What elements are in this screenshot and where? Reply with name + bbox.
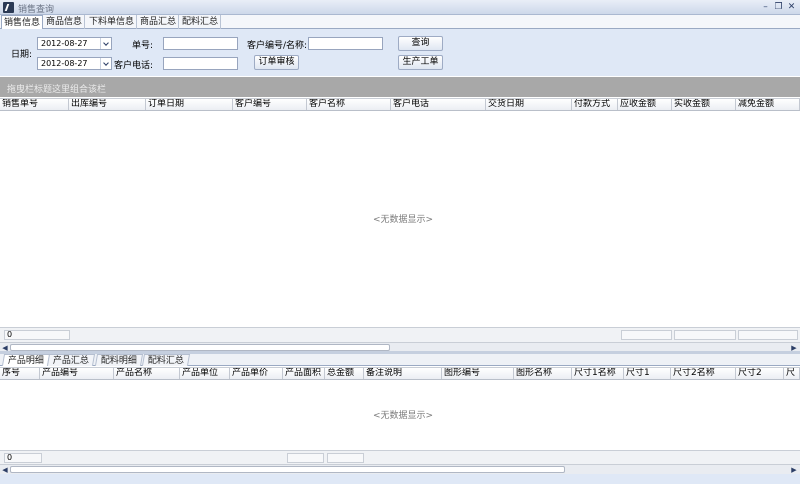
customer-code-input[interactable] [308,37,383,50]
column-header-graphic-code[interactable]: 图形编号 [442,368,514,379]
detail-grid-footer: 0 [0,450,800,464]
column-header-delivery-date[interactable]: 交货日期 [486,99,572,110]
date-from-value: 2012-08-27 [41,39,88,48]
detail-grid-scroll-thumb[interactable] [10,466,565,473]
sales-grid-header: 销售单号 出库编号 订单日期 客户编号 客户名称 客户电话 交货日期 付款方式 … [0,98,800,111]
sales-grid-hscrollbar[interactable]: ◀ ▶ [0,342,800,352]
scroll-right-icon[interactable]: ▶ [790,466,798,474]
column-header-sales-no[interactable]: 销售单号 [0,99,69,110]
window-title: 销售查询 [18,5,55,15]
filter-panel: 日期: 2012-08-27 2012-08-27 单号: 客户电话: 客户编号… [0,29,800,76]
column-header-customer-name[interactable]: 客户名称 [307,99,391,110]
tab-ingredient-summary-detail[interactable]: 配料汇总 [141,354,191,366]
sales-grid-footer: 0 [0,327,800,342]
footer-summary-received [674,330,736,340]
column-header-size2-name[interactable]: 尺寸2名称 [671,368,736,379]
tab-cutting-order-info[interactable]: 下料单信息 [87,15,138,29]
column-header-outbound-no[interactable]: 出库编号 [69,99,146,110]
restore-button[interactable]: ❐ [773,3,784,12]
column-header-amount-received[interactable]: 实收金额 [672,99,736,110]
detail-tab-strip: 产品明细 产品汇总 配料明细 配料汇总 [0,354,800,366]
customer-phone-label: 客户电话: [114,61,154,71]
footer-summary-total [327,453,364,463]
status-strip [0,474,800,484]
tab-product-summary[interactable]: 商品汇总 [138,15,180,29]
sales-grid-empty-text: <无数据显示> [373,215,434,225]
column-header-payment-method[interactable]: 付款方式 [572,99,618,110]
app-icon [3,2,14,13]
sales-grid-scroll-thumb[interactable] [10,344,390,351]
detail-grid-body[interactable]: <无数据显示> [0,380,800,450]
column-header-more[interactable]: 尺 [784,368,800,379]
date-to-picker[interactable]: 2012-08-27 [37,57,112,70]
column-header-size1-name[interactable]: 尺寸1名称 [572,368,624,379]
column-header-total-amount[interactable]: 总金额 [325,368,364,379]
production-order-button[interactable]: 生产工单 [398,55,443,70]
column-header-amount-receivable[interactable]: 应收金额 [618,99,672,110]
detail-grid-hscrollbar[interactable]: ◀ ▶ [0,464,800,474]
column-header-discount-amount[interactable]: 减免金额 [736,99,800,110]
column-header-product-price[interactable]: 产品单价 [230,368,283,379]
column-header-product-area[interactable]: 产品面积 [283,368,325,379]
column-header-remarks[interactable]: 备注说明 [364,368,442,379]
main-tab-strip: 销售信息 商品信息 下料单信息 商品汇总 配料汇总 [0,15,800,30]
footer-summary-discount [738,330,798,340]
tab-product-info[interactable]: 商品信息 [44,15,86,29]
column-header-customer-phone[interactable]: 客户电话 [391,99,486,110]
column-header-product-unit[interactable]: 产品单位 [180,368,230,379]
tab-ingredient-detail[interactable]: 配料明细 [94,354,144,366]
column-header-seq[interactable]: 序号 [0,368,40,379]
footer-summary-area [287,453,324,463]
close-button[interactable]: ✕ [786,3,797,12]
column-header-customer-code[interactable]: 客户编号 [233,99,307,110]
sales-grid-body[interactable]: <无数据显示> [0,111,800,327]
tab-product-summary-detail[interactable]: 产品汇总 [46,354,96,366]
column-header-product-name[interactable]: 产品名称 [114,368,180,379]
order-review-button[interactable]: 订单审核 [254,55,299,70]
column-header-product-code[interactable]: 产品编号 [40,368,114,379]
column-header-size1[interactable]: 尺寸1 [624,368,671,379]
chevron-down-icon[interactable] [100,38,111,49]
order-no-label: 单号: [132,41,154,51]
customer-code-label: 客户编号/名称: [247,41,308,51]
date-label: 日期: [11,50,33,60]
tab-ingredient-summary[interactable]: 配料汇总 [180,15,222,29]
customer-phone-input[interactable] [163,57,238,70]
tab-product-detail[interactable]: 产品明细 [1,354,51,366]
column-header-graphic-name[interactable]: 图形名称 [514,368,572,379]
detail-grid-header: 序号 产品编号 产品名称 产品单位 产品单价 产品面积 总金额 备注说明 图形编… [0,367,800,380]
tab-sales-info[interactable]: 销售信息 [1,15,44,30]
date-to-value: 2012-08-27 [41,59,88,68]
scroll-left-icon[interactable]: ◀ [1,466,9,474]
footer-summary-receivable [621,330,672,340]
date-from-picker[interactable]: 2012-08-27 [37,37,112,50]
group-by-panel[interactable]: 拖曳栏标题这里组合该栏 [0,77,800,97]
detail-grid-empty-text: <无数据显示> [373,411,434,421]
order-no-input[interactable] [163,37,238,50]
column-header-order-date[interactable]: 订单日期 [146,99,233,110]
group-by-hint: 拖曳栏标题这里组合该栏 [7,85,107,95]
query-button[interactable]: 查询 [398,36,443,51]
sales-grid-row-count: 0 [4,330,70,340]
title-bar: 销售查询 – ❐ ✕ [0,0,800,15]
minimize-button[interactable]: – [760,3,771,12]
chevron-down-icon[interactable] [100,58,111,69]
column-header-size2[interactable]: 尺寸2 [736,368,784,379]
detail-grid-row-count: 0 [4,453,42,463]
